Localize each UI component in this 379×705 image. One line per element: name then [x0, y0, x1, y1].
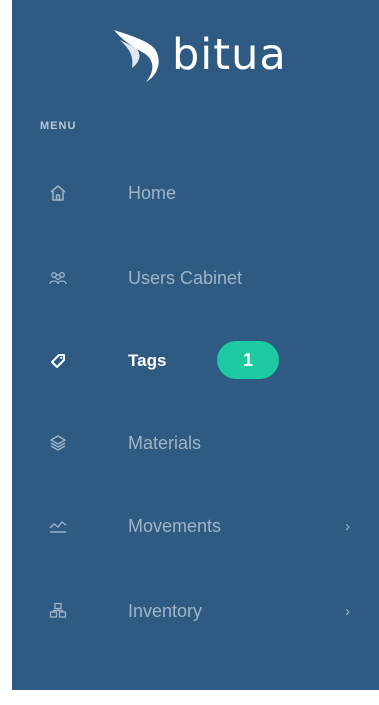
movements-icon: [48, 516, 68, 536]
nav-item-home[interactable]: Home: [12, 173, 379, 213]
step-badge: 1: [217, 341, 279, 379]
nav-item-movements[interactable]: Movements ›: [12, 506, 379, 546]
brand-logo[interactable]: bitua: [102, 18, 322, 88]
nav-item-label: Users Cabinet: [128, 267, 243, 288]
nav-item-label: Movements: [128, 515, 222, 536]
nav-item-label: Inventory: [128, 600, 203, 621]
chevron-right-icon[interactable]: ›: [345, 518, 350, 535]
brand-name: bitua: [172, 30, 287, 80]
chevron-right-icon[interactable]: ›: [345, 603, 350, 620]
nav-item-inventory[interactable]: Inventory ›: [12, 591, 379, 631]
nav-item-label: Materials: [128, 432, 202, 453]
nav-item-label: Tags: [128, 351, 167, 370]
nav-item-users-cabinet[interactable]: Users Cabinet: [12, 258, 379, 298]
nav-item-materials[interactable]: Materials: [12, 423, 379, 463]
nav-item-tags[interactable]: Tags: [12, 341, 379, 381]
nav-item-label: Home: [128, 182, 177, 203]
layers-icon: [48, 433, 68, 453]
bitua-logo-mark-icon: [114, 30, 159, 82]
menu-section-label: MENU: [40, 120, 77, 132]
inventory-icon: [48, 601, 68, 621]
users-icon: [48, 268, 68, 288]
home-icon: [48, 183, 68, 203]
sidebar: bitua MENU Home Users Cabinet Tags Mater…: [12, 0, 379, 690]
tag-icon: [48, 351, 68, 371]
